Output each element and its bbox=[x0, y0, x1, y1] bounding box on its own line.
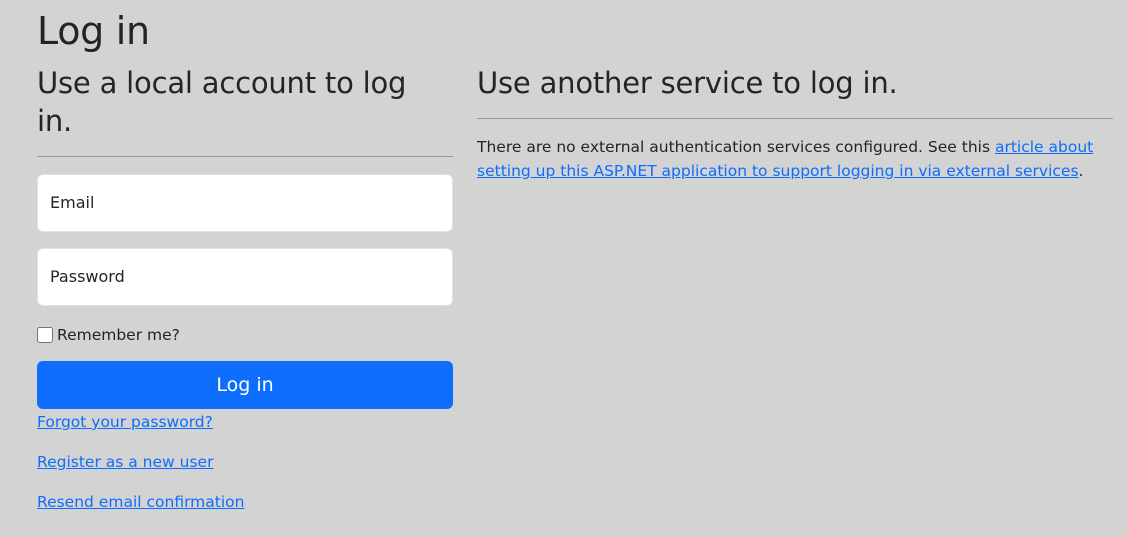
password-field[interactable]: Password bbox=[37, 248, 453, 306]
forgot-password-row: Forgot your password? bbox=[37, 412, 453, 432]
remember-me-checkbox[interactable] bbox=[37, 327, 53, 343]
external-services-message: There are no external authentication ser… bbox=[477, 135, 1113, 183]
remember-me-label[interactable]: Remember me? bbox=[57, 325, 180, 345]
message-text-before: There are no external authentication ser… bbox=[477, 138, 995, 156]
local-login-heading: Use a local account to log in. bbox=[37, 66, 407, 138]
remember-me-row: Remember me? bbox=[37, 325, 453, 345]
register-row: Register as a new user bbox=[37, 452, 453, 472]
local-login-section: Use a local account to log in. Email Pas… bbox=[37, 64, 453, 512]
external-login-heading: Use another service to log in. bbox=[477, 66, 898, 100]
page-title: Log in bbox=[37, 9, 150, 53]
local-login-divider bbox=[37, 156, 453, 157]
password-input[interactable] bbox=[38, 249, 452, 305]
message-text-after: . bbox=[1078, 162, 1084, 180]
external-login-section: Use another service to log in. There are… bbox=[477, 64, 1113, 183]
email-field[interactable]: Email bbox=[37, 174, 453, 232]
resend-confirmation-row: Resend email confirmation bbox=[37, 492, 453, 512]
forgot-password-link[interactable]: Forgot your password? bbox=[37, 412, 213, 432]
email-input[interactable] bbox=[38, 175, 452, 231]
register-link[interactable]: Register as a new user bbox=[37, 452, 213, 472]
external-login-divider bbox=[477, 118, 1113, 119]
login-button[interactable]: Log in bbox=[37, 361, 453, 409]
resend-confirmation-link[interactable]: Resend email confirmation bbox=[37, 492, 244, 512]
